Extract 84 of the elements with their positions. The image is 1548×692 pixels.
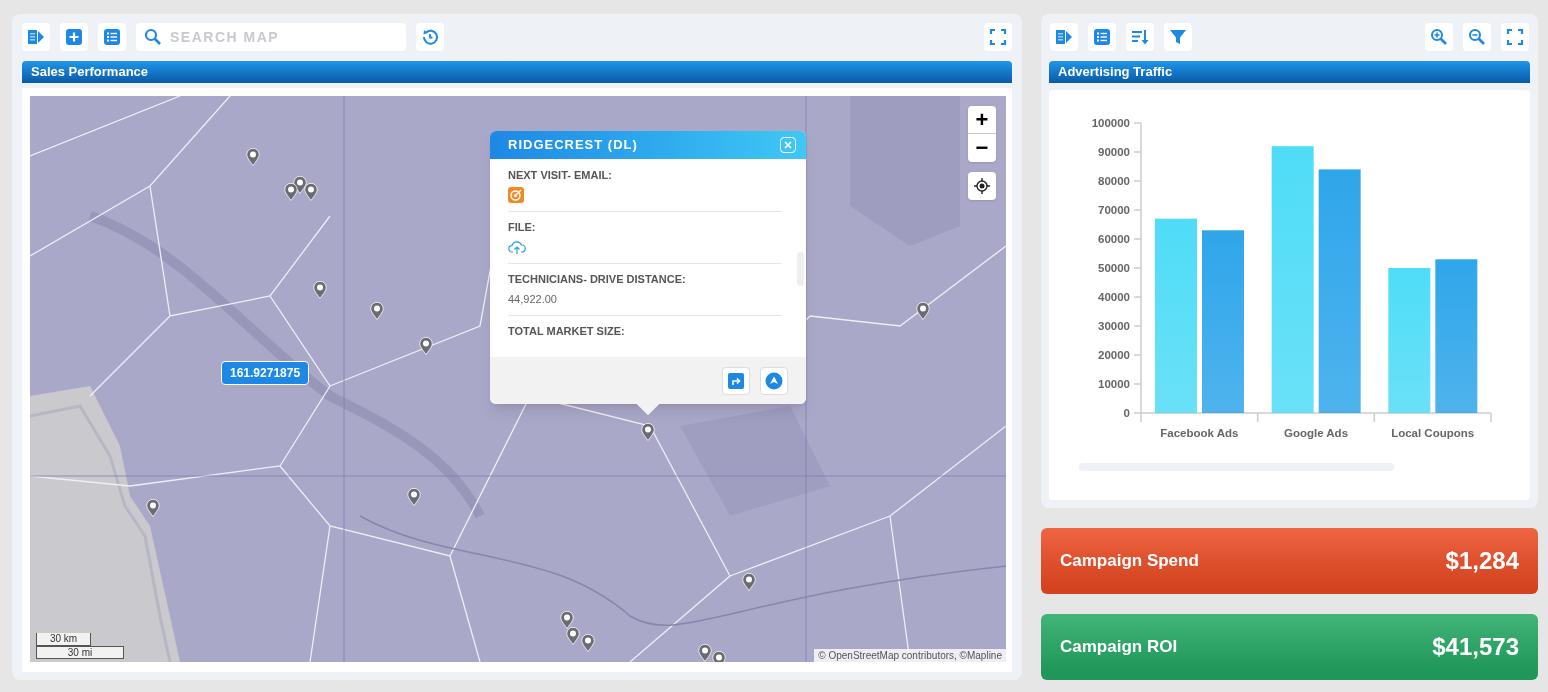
field-label: TOTAL MARKET SIZE: — [508, 324, 626, 338]
panel-title: Advertising Traffic — [1058, 63, 1173, 82]
map-pin-icon[interactable] — [246, 148, 260, 166]
fullscreen-button[interactable] — [984, 23, 1012, 51]
panel-icon — [1055, 28, 1073, 46]
navigate-button[interactable] — [760, 366, 788, 395]
map-pin-icon[interactable] — [581, 634, 595, 652]
zoom-out-button[interactable] — [1463, 23, 1491, 51]
map-pin-icon[interactable] — [742, 573, 756, 591]
panel-title: Sales Performance — [31, 63, 149, 82]
bar[interactable] — [1318, 169, 1361, 413]
category-label: Local Coupons — [1391, 427, 1475, 439]
map-pin-icon[interactable] — [698, 644, 712, 662]
axis-tick-label: 90000 — [1098, 146, 1130, 158]
metric-label: Campaign Spend — [1060, 550, 1199, 573]
map-pin-icon[interactable] — [566, 627, 580, 645]
close-button[interactable] — [780, 137, 796, 153]
axis-tick-label: 40000 — [1098, 291, 1130, 303]
map-pin-icon[interactable] — [641, 423, 655, 441]
map-pin-icon[interactable] — [370, 302, 384, 320]
map-pin-icon[interactable] — [407, 488, 421, 506]
zoom-in-button[interactable]: + — [968, 106, 996, 134]
field-label: TECHNICIANS- DRIVE DISTANCE: — [508, 272, 687, 286]
plus-icon — [65, 28, 83, 46]
field-value: 44,922.00 — [508, 291, 557, 307]
metric-value: $1,284 — [1445, 546, 1519, 576]
panel-icon — [27, 28, 45, 46]
share-button[interactable] — [722, 366, 750, 395]
history-icon — [421, 28, 439, 46]
axis-tick-label: 20000 — [1098, 349, 1130, 361]
field-label: FILE: — [508, 220, 537, 234]
axis-tick-label: 30000 — [1098, 320, 1130, 332]
fullscreen-button[interactable] — [1501, 23, 1529, 51]
axis-tick-label: 80000 — [1098, 175, 1130, 187]
map-pin-icon[interactable] — [419, 337, 433, 355]
zoom-in-icon — [1430, 28, 1448, 46]
field-label: NEXT VISIT- EMAIL: — [508, 168, 613, 182]
map-pin-icon[interactable] — [146, 499, 160, 517]
map-pin-icon[interactable] — [304, 183, 318, 201]
bar[interactable] — [1435, 259, 1478, 413]
search-icon — [144, 28, 162, 46]
fullscreen-icon — [989, 28, 1007, 46]
map-pin-icon[interactable] — [284, 183, 298, 201]
list-icon — [1093, 28, 1111, 46]
list-button[interactable] — [1088, 23, 1116, 51]
sidebar-toggle-button[interactable] — [22, 23, 50, 51]
scale-bar: 30 mi — [36, 646, 124, 659]
redirect-icon — [728, 372, 744, 389]
sidebar-toggle-button[interactable] — [1050, 23, 1078, 51]
cloud-upload-icon[interactable] — [508, 239, 526, 255]
category-label: Facebook Ads — [1160, 427, 1239, 439]
value-label: 161.9271875 — [221, 361, 310, 385]
zoom-out-button[interactable]: − — [968, 134, 996, 162]
axis-tick-label: 0 — [1123, 407, 1130, 419]
add-button[interactable] — [60, 23, 88, 51]
email-action-icon[interactable] — [508, 187, 524, 203]
metric-label: Campaign ROI — [1060, 636, 1178, 659]
axis-tick-label: 10000 — [1098, 378, 1130, 390]
popup-title: RIDGECREST (DL) — [508, 136, 638, 155]
map-pin-icon[interactable] — [916, 302, 930, 320]
zoom-out-icon — [1468, 28, 1486, 46]
navigation-icon — [765, 371, 783, 390]
metric-value: $41,573 — [1432, 632, 1519, 662]
sort-button[interactable] — [1126, 23, 1154, 51]
filter-button[interactable] — [1164, 23, 1192, 51]
zoom-in-button[interactable] — [1425, 23, 1453, 51]
category-label: Google Ads — [1283, 427, 1349, 439]
locate-button[interactable] — [968, 172, 996, 200]
scale-bar: 30 km — [36, 633, 91, 646]
crosshair-icon — [974, 178, 990, 194]
axis-tick-label: 60000 — [1098, 233, 1130, 245]
map-attribution: © OpenStreetMap contributors, ©Mapline — [814, 649, 1006, 662]
map-pin-icon[interactable] — [313, 281, 327, 299]
filter-icon — [1169, 28, 1187, 46]
map-pin-icon[interactable] — [560, 611, 574, 629]
list-button[interactable] — [98, 23, 126, 51]
list-icon — [103, 28, 121, 46]
axis-tick-label: 70000 — [1098, 204, 1130, 216]
sort-icon — [1131, 28, 1149, 46]
close-icon — [783, 140, 793, 150]
axis-tick-label: 100000 — [1091, 117, 1130, 129]
axis-tick-label: 50000 — [1098, 262, 1130, 274]
fullscreen-icon — [1506, 28, 1524, 46]
history-button[interactable] — [416, 23, 444, 51]
